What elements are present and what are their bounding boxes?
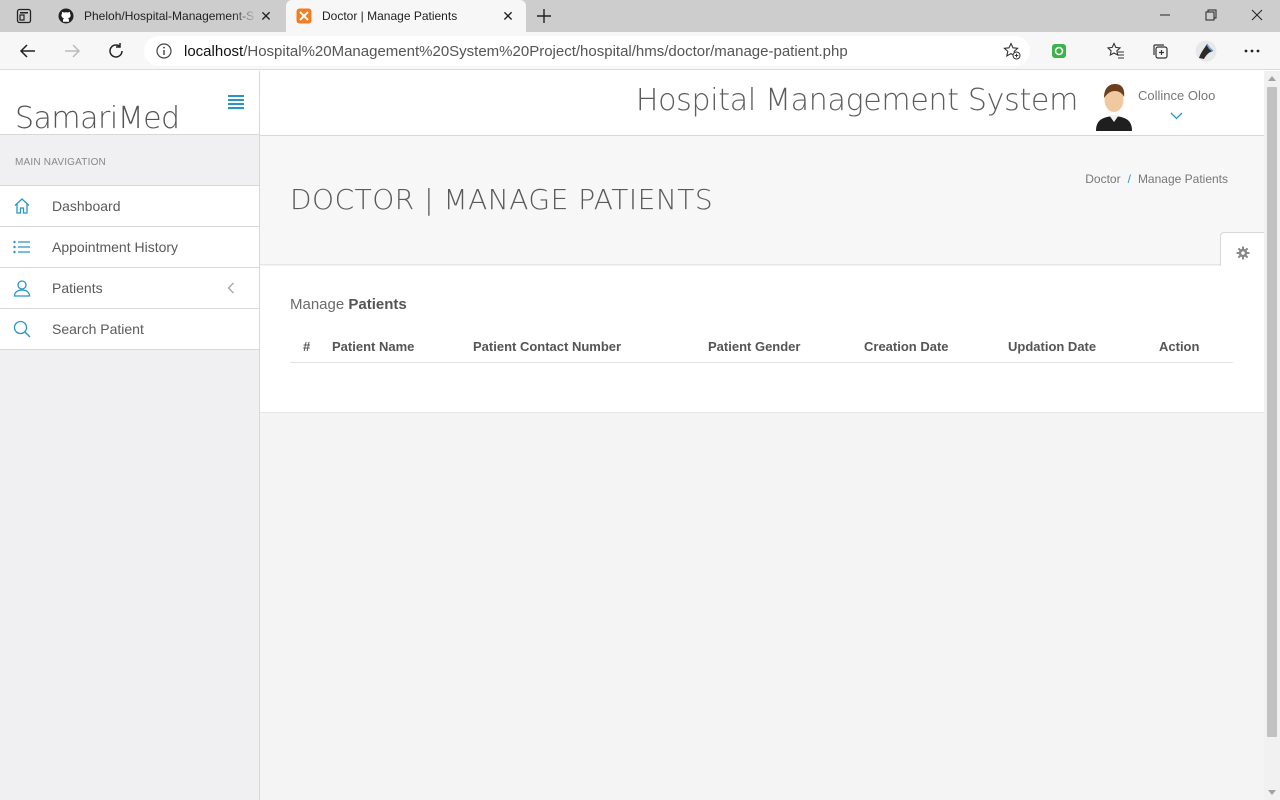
browser-tab-manage-patients[interactable]: Doctor | Manage Patients ✕ <box>286 0 526 32</box>
column-header-contact-number: Patient Contact Number <box>473 339 622 354</box>
minimize-button[interactable] <box>1142 0 1188 30</box>
page-header: DOCTOR | MANAGE PATIENTS Doctor / Manage P… <box>260 136 1264 265</box>
collections-icon[interactable] <box>1146 38 1174 64</box>
back-button[interactable] <box>13 36 43 66</box>
url-path: /Hospital%20Management%20System%20Projec… <box>243 42 848 60</box>
refresh-icon <box>109 43 123 58</box>
main-content: DOCTOR | MANAGE PATIENTS Doctor / Manage P… <box>260 136 1264 800</box>
url-host: localhost <box>184 42 244 60</box>
brand-area: SamariMed <box>0 71 259 136</box>
top-bar: Hospital Management System Collince Oloo <box>260 71 1264 136</box>
minimize-icon <box>1160 14 1170 16</box>
scroll-up-icon[interactable] <box>1268 76 1276 81</box>
more-menu-icon[interactable] <box>1238 38 1266 64</box>
scroll-down-icon[interactable] <box>1268 790 1276 795</box>
breadcrumb-item-current: Manage Patients <box>1137 172 1228 186</box>
forward-button[interactable] <box>57 36 87 66</box>
page-title: DOCTOR | MANAGE PATIENTS <box>290 183 714 216</box>
breadcrumb-separator: / <box>1127 172 1131 186</box>
browser-tab-github[interactable]: Pheloh/Hospital-Management-S ✕ <box>48 0 284 32</box>
tab-title: Doctor | Manage Patients <box>322 9 458 23</box>
nav-heading: MAIN NAVIGATION <box>15 157 106 168</box>
sidebar-item-appointment-history[interactable]: Appointment History <box>0 227 259 268</box>
gear-icon <box>1236 246 1249 259</box>
favorites-icon[interactable] <box>1102 38 1130 64</box>
column-header-gender: Patient Gender <box>708 339 801 354</box>
avatar[interactable] <box>1094 81 1134 131</box>
close-tab-icon[interactable]: ✕ <box>500 8 516 24</box>
sidebar: SamariMed MAIN NAVIGATION Dashboard Appo… <box>0 71 260 800</box>
restore-icon <box>1205 9 1217 21</box>
page-scrollbar[interactable] <box>1264 71 1280 800</box>
user-name[interactable]: Collince Oloo <box>1138 88 1215 103</box>
column-header-patient-name: Patient Name <box>332 339 415 354</box>
breadcrumb: Doctor / Manage Patients <box>1085 172 1228 186</box>
xampp-icon <box>296 8 312 24</box>
close-window-button[interactable] <box>1234 0 1280 30</box>
browser-toolbar: localhost/Hospital%20Management%20System… <box>0 32 1280 70</box>
sidebar-item-label: Appointment History <box>52 239 179 255</box>
extension-icon[interactable] <box>1045 38 1073 64</box>
main-navigation: Dashboard Appointment History Patients S… <box>0 185 259 350</box>
close-tab-icon[interactable]: ✕ <box>258 8 274 24</box>
close-icon <box>1251 9 1263 21</box>
tab-actions-icon[interactable] <box>10 6 38 26</box>
user-icon <box>0 279 52 297</box>
profile-avatar-icon[interactable] <box>1192 38 1220 64</box>
column-header-number: # <box>303 339 311 354</box>
patients-table-header: # Patient Name Patient Contact Number Pa… <box>290 332 1233 363</box>
column-header-action: Action <box>1159 339 1200 354</box>
arrow-right-icon <box>65 44 81 58</box>
address-bar[interactable]: localhost/Hospital%20Management%20System… <box>144 36 1030 66</box>
list-icon <box>0 240 52 254</box>
app: SamariMed MAIN NAVIGATION Dashboard Appo… <box>0 71 1264 800</box>
tab-title: Pheloh/Hospital-Management-S <box>84 9 255 23</box>
chevron-down-icon[interactable] <box>1170 107 1183 125</box>
menu-toggle-icon[interactable] <box>228 95 244 109</box>
sidebar-item-search-patient[interactable]: Search Patient <box>0 309 259 350</box>
column-header-updation-date: Updation Date <box>1008 339 1097 354</box>
panel-title: Manage Patients <box>290 296 407 313</box>
search-icon <box>0 320 52 338</box>
app-title: Hospital Management System <box>635 83 1078 118</box>
chevron-left-icon[interactable] <box>227 281 235 299</box>
restore-button[interactable] <box>1188 0 1234 30</box>
github-icon <box>58 8 74 24</box>
arrow-left-icon <box>19 44 35 58</box>
sidebar-item-label: Search Patient <box>52 321 144 337</box>
panel-title-prefix: Manage <box>290 296 349 313</box>
browser-tab-bar: Pheloh/Hospital-Management-S ✕ Doctor | … <box>0 0 1280 32</box>
breadcrumb-item-doctor[interactable]: Doctor <box>1085 172 1120 186</box>
url-text: localhost/Hospital%20Management%20System… <box>184 43 848 60</box>
refresh-button[interactable] <box>101 36 131 66</box>
sidebar-item-patients[interactable]: Patients <box>0 268 259 309</box>
sidebar-item-dashboard[interactable]: Dashboard <box>0 186 259 227</box>
info-icon[interactable] <box>144 43 184 59</box>
scrollbar-thumb[interactable] <box>1267 87 1277 737</box>
new-tab-button[interactable] <box>532 4 556 28</box>
sidebar-item-label: Patients <box>52 280 103 296</box>
add-favorite-icon[interactable] <box>1002 41 1022 61</box>
home-icon <box>0 197 52 215</box>
brand-logo-text[interactable]: SamariMed <box>15 101 180 136</box>
plus-icon <box>537 9 551 23</box>
column-header-creation-date: Creation Date <box>864 339 949 354</box>
panel-title-bold: Patients <box>348 296 407 313</box>
manage-patients-panel: Manage Patients # Patient Name Patient C… <box>260 266 1264 413</box>
sidebar-item-label: Dashboard <box>52 198 121 214</box>
